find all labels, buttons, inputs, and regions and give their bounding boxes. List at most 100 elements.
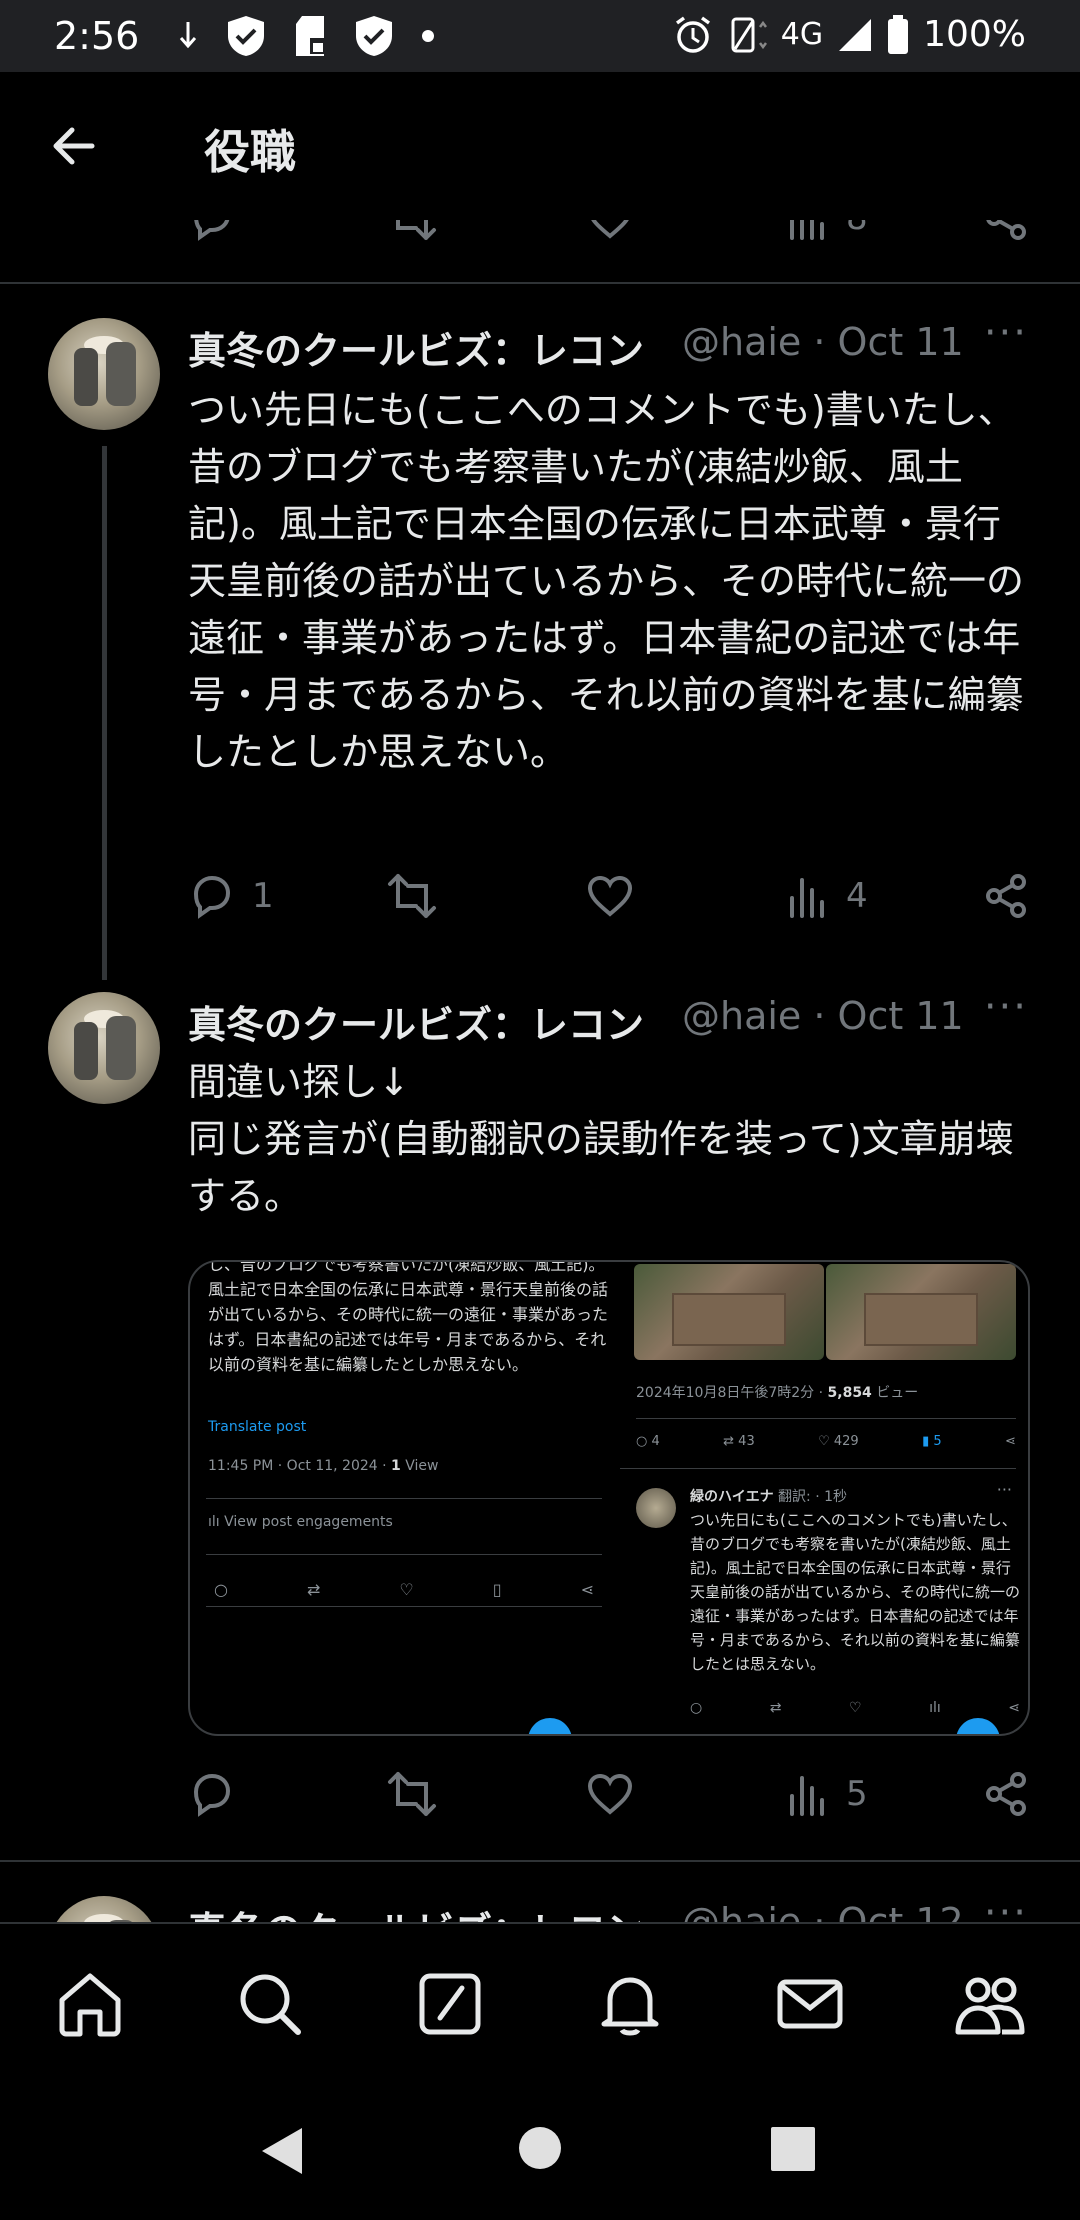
like-button[interactable] — [586, 872, 634, 920]
download-icon — [176, 16, 200, 56]
views-icon — [790, 1776, 824, 1816]
communities-icon — [955, 1977, 1025, 2035]
tweet-partial: 真冬のクールビズ：レコン @haie · Oct 12 ··· — [0, 1862, 1080, 1922]
square-recents-icon — [771, 2127, 815, 2171]
network-type: 4G — [780, 17, 824, 52]
retweet-icon — [388, 1772, 436, 1816]
tweet-header: 真冬のクールビズ：レコン @haie · Oct 12 ··· — [188, 1900, 1028, 1922]
reply-icon: ○ — [214, 1580, 228, 1599]
embedded-date: 2024年10月8日午後7時2分 · 5,854 ビュー — [636, 1385, 919, 1401]
divider — [206, 1606, 602, 1607]
reply-button[interactable] — [188, 1770, 236, 1818]
retweet-icon: ⇄ — [306, 1580, 321, 1599]
retweet-button[interactable] — [386, 872, 438, 920]
tweet-header: 真冬のクールビズ：レコン @haie · Oct 11 ··· — [188, 994, 1028, 1050]
nav-compose[interactable] — [414, 1968, 486, 2040]
more-button[interactable]: ··· — [984, 320, 1028, 356]
more-button[interactable]: ··· — [984, 994, 1028, 1030]
screenshot-right: 2024年10月8日午後7時2分 · 5,854 ビュー ○ 4 ⇄ 43 ♡ … — [620, 1262, 1028, 1734]
retweet-button[interactable] — [386, 1770, 438, 1818]
reply-actions: ○ ⇄ ♡ ılı ⋖ — [690, 1700, 1020, 1716]
status-right: 4G 100% — [673, 14, 1026, 55]
app-header: 役職 — [0, 72, 1080, 220]
tweet-header: 真冬のクールビズ：レコン @haie · Oct 11 ··· — [188, 320, 1028, 376]
avatar[interactable] — [48, 992, 160, 1104]
dot-icon — [420, 28, 436, 44]
reply-text: つい先日にも(ここへのコメントでも)書いたし、昔のブログでも考察を書いたが(凍結… — [690, 1511, 1021, 1673]
more-icon: ··· — [996, 1480, 1012, 1499]
share-button[interactable] — [984, 872, 1028, 920]
divider — [620, 1468, 1016, 1469]
share-button[interactable] — [984, 220, 1028, 242]
tweet-actions: 1 4 — [188, 872, 1048, 932]
page-title: 役職 — [204, 125, 296, 179]
messages-icon — [777, 1979, 843, 2029]
back-button[interactable] — [44, 116, 104, 176]
avatar — [636, 1488, 676, 1528]
embedded-stats: ○ 4 ⇄ 43 ♡ 429 ▮ 5 ⋖ — [636, 1434, 1016, 1449]
search-icon — [240, 1974, 301, 2035]
nav-search[interactable] — [234, 1968, 306, 2040]
nav-messages[interactable] — [774, 1968, 846, 2040]
thread-line — [102, 446, 107, 980]
more-button[interactable]: ··· — [984, 1900, 1028, 1922]
like-button[interactable] — [586, 1770, 634, 1818]
status-left-icons — [176, 14, 436, 58]
system-nav — [0, 2078, 1080, 2220]
handle-date: @haie · Oct 12 — [682, 1900, 964, 1922]
bottom-nav — [0, 1922, 1080, 2078]
views-button[interactable]: 8 — [786, 220, 868, 242]
reply-button[interactable] — [188, 220, 236, 242]
like-icon: ♡ — [399, 1580, 414, 1599]
like-button[interactable] — [586, 220, 634, 242]
triangle-back-icon — [262, 2128, 302, 2174]
reply-icon — [193, 875, 231, 919]
compose-fab — [956, 1718, 1000, 1734]
views-button[interactable]: 5 — [786, 1770, 868, 1818]
embedded-date: 11:45 PM · Oct 11, 2024 · 1 View — [208, 1458, 439, 1474]
tweet-text: つい先日にも(ここへのコメントでも)書いたし、昔のブログでも考察書いたが(凍結炒… — [188, 388, 1025, 774]
battery-percent: 100% — [923, 14, 1026, 55]
shield-icon — [354, 14, 394, 58]
like-icon — [591, 220, 629, 239]
vibrate-icon — [727, 15, 767, 55]
author-name[interactable]: 真冬のクールビズ：レコン — [188, 1900, 672, 1922]
signal-icon — [837, 17, 873, 53]
system-home-button[interactable] — [518, 2126, 562, 2174]
divider — [636, 1418, 1016, 1419]
views-count: 4 — [846, 876, 868, 916]
bookmark-icon: ▯ — [492, 1580, 502, 1599]
reply-icon — [194, 220, 230, 241]
engagements-link: ılı View post engagements — [208, 1514, 393, 1530]
circle-home-icon — [519, 2127, 561, 2169]
share-button[interactable] — [984, 1770, 1028, 1818]
status-time: 2:56 — [54, 14, 140, 58]
system-back-button[interactable] — [258, 2126, 304, 2180]
share-icon — [986, 874, 1026, 918]
divider — [206, 1498, 602, 1499]
nav-home[interactable] — [54, 1968, 126, 2040]
nav-notifications[interactable] — [594, 1968, 666, 2040]
views-icon — [790, 220, 824, 240]
nav-communities[interactable] — [954, 1968, 1026, 2040]
reply-author: 緑のハイエナ 翻訳: · 1秒 — [690, 1489, 848, 1505]
reply-button[interactable]: 1 — [188, 872, 274, 920]
share-icon — [986, 1772, 1026, 1816]
avatar[interactable] — [48, 318, 160, 430]
embedded-text: し、昔のブログでも考察書いたが(凍結炒飯、風土記)。風土記で日本全国の伝承に日本… — [208, 1260, 609, 1374]
retweet-button[interactable] — [386, 220, 438, 242]
embedded-actions: ○ ⇄ ♡ ▯ ⋖ — [214, 1580, 594, 1599]
author-name[interactable]: 真冬のクールビズ：レコン — [188, 994, 672, 1049]
share-icon — [986, 220, 1026, 240]
tweet-image[interactable]: し、昔のブログでも考察書いたが(凍結炒飯、風土記)。風土記で日本全国の伝承に日本… — [188, 1260, 1030, 1736]
retweet-icon — [388, 874, 436, 918]
battery-icon — [887, 14, 909, 55]
status-bar: 2:56 4G 100% — [0, 0, 1080, 72]
author-name[interactable]: 真冬のクールビズ：レコン — [188, 320, 672, 375]
avatar[interactable] — [48, 1896, 160, 1922]
screenshot-left: し、昔のブログでも考察書いたが(凍結炒飯、風土記)。風土記で日本全国の伝承に日本… — [190, 1260, 616, 1734]
views-button[interactable]: 4 — [786, 872, 868, 920]
system-recents-button[interactable] — [770, 2126, 816, 2176]
translate-link: Translate post — [208, 1419, 307, 1435]
alarm-icon — [673, 15, 713, 55]
